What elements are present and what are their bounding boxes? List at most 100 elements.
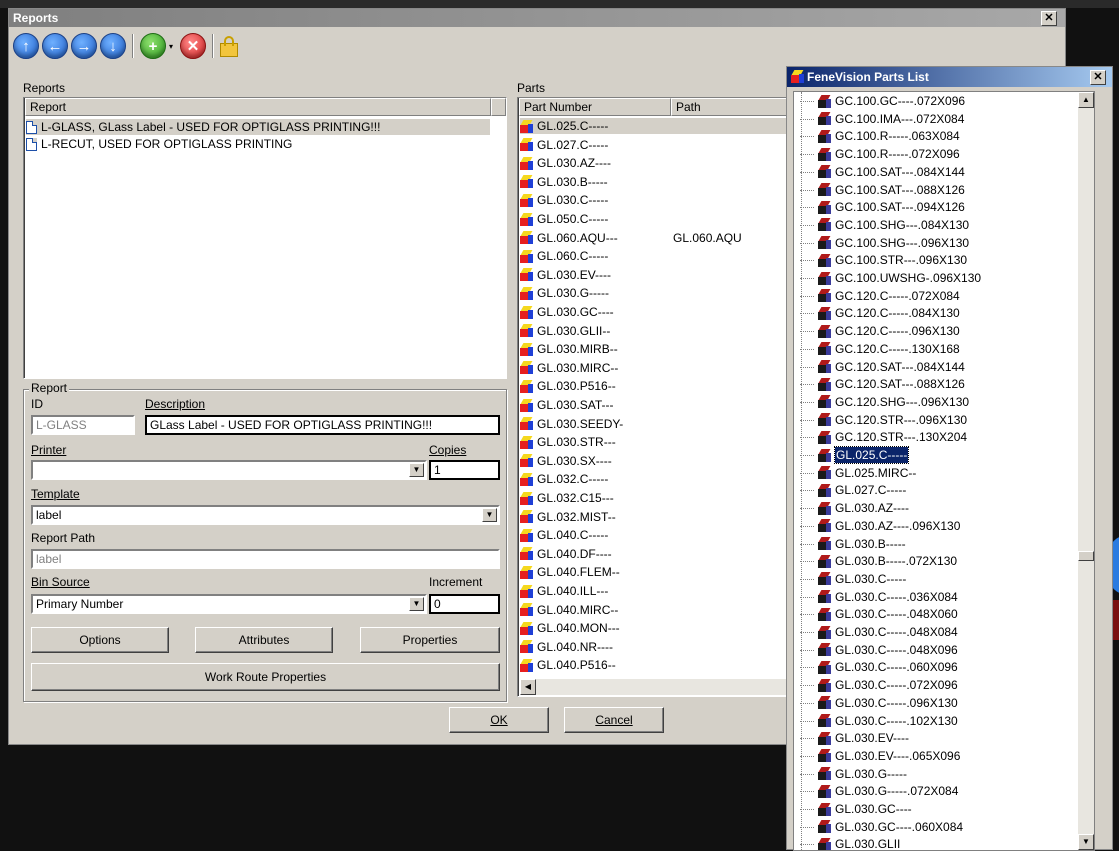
id-field[interactable]: L-GLASS xyxy=(31,415,135,435)
add-icon[interactable]: + xyxy=(140,33,166,59)
tree-item[interactable]: GL.030.C----- xyxy=(800,571,906,587)
tree-item[interactable]: GL.030.AZ---- xyxy=(800,500,909,516)
lock-icon[interactable] xyxy=(220,34,238,58)
tree-item[interactable]: GL.030.B-----.072X130 xyxy=(800,553,957,569)
tree-item[interactable]: GL.030.GC---- xyxy=(800,801,912,817)
part-row[interactable]: GL.040.NR---- xyxy=(520,639,788,655)
tree-scroll-thumb[interactable] xyxy=(1078,551,1094,561)
parts-scroll-left-icon[interactable]: ◀ xyxy=(520,679,536,695)
tree-item[interactable]: GC.120.C-----.096X130 xyxy=(800,323,960,339)
tree-item[interactable]: GC.100.SAT---.094X126 xyxy=(800,199,965,215)
part-number-column-header[interactable]: Part Number xyxy=(519,98,671,116)
tree-item[interactable]: GC.120.STR---.096X130 xyxy=(800,412,967,428)
part-row[interactable]: GL.030.STR--- xyxy=(520,434,788,450)
path-column-header[interactable]: Path xyxy=(671,98,788,116)
part-row[interactable]: GL.030.MIRC-- xyxy=(520,360,788,376)
part-row[interactable]: GL.030.G----- xyxy=(520,285,788,301)
tree-item[interactable]: GL.030.EV----.065X096 xyxy=(800,748,960,764)
part-row[interactable]: GL.040.MIRC-- xyxy=(520,602,788,618)
tree-item[interactable]: GL.030.B----- xyxy=(800,536,906,552)
part-row[interactable]: GL.027.C----- xyxy=(520,137,788,153)
copies-field[interactable]: 1 xyxy=(429,460,500,480)
tree-item[interactable]: GC.120.SAT---.088X126 xyxy=(800,376,965,392)
fenevision-close-button[interactable]: ✕ xyxy=(1090,70,1106,85)
reports-list[interactable]: Report L-GLASS, GLass Label - USED FOR O… xyxy=(23,97,507,379)
part-row[interactable]: GL.032.MIST-- xyxy=(520,509,788,525)
part-row[interactable]: GL.030.GLII-- xyxy=(520,323,788,339)
attributes-button[interactable]: Attributes xyxy=(195,627,333,653)
ok-button[interactable]: OK xyxy=(449,707,549,733)
part-row[interactable]: GL.032.C15--- xyxy=(520,490,788,506)
tree-item[interactable]: GL.030.G----- xyxy=(800,766,907,782)
part-row[interactable]: GL.060.AQU--- GL.060.AQU xyxy=(520,230,788,246)
part-row[interactable]: GL.030.P516-- xyxy=(520,378,788,394)
reports-column-header[interactable]: Report xyxy=(25,98,491,116)
work-route-properties-button[interactable]: Work Route Properties xyxy=(31,663,500,691)
up-arrow-icon[interactable]: ↑ xyxy=(13,33,39,59)
part-row[interactable]: GL.032.C----- xyxy=(520,471,788,487)
add-dropdown-icon[interactable]: ▾ xyxy=(169,42,177,51)
part-row[interactable]: GL.030.B----- xyxy=(520,174,788,190)
window-close-button[interactable]: ✕ xyxy=(1041,11,1057,26)
part-row[interactable]: GL.030.EV---- xyxy=(520,267,788,283)
tree-item[interactable]: GC.100.SAT---.088X126 xyxy=(800,182,965,198)
part-row[interactable]: GL.040.MON--- xyxy=(520,620,788,636)
tree-item[interactable]: GC.100.STR---.096X130 xyxy=(800,252,967,268)
bin-source-select[interactable]: Primary Number ▼ xyxy=(31,594,427,614)
fenevision-vertical-scrollbar[interactable]: ▲ ▼ xyxy=(1078,92,1094,850)
right-arrow-icon[interactable]: → xyxy=(71,33,97,59)
report-row[interactable]: L-RECUT, USED FOR OPTIGLASS PRINTING xyxy=(26,136,292,152)
part-row[interactable]: GL.030.SAT--- xyxy=(520,397,788,413)
tree-item[interactable]: GC.100.R-----.063X084 xyxy=(800,128,960,144)
part-row[interactable]: GL.040.FLEM-- xyxy=(520,564,788,580)
tree-item[interactable]: GL.030.G-----.072X084 xyxy=(800,783,958,799)
tree-item[interactable]: GL.030.GLII xyxy=(800,836,900,850)
tree-item[interactable]: GL.030.C-----.048X096 xyxy=(800,642,958,658)
tree-item[interactable]: GC.120.SAT---.084X144 xyxy=(800,359,965,375)
left-arrow-icon[interactable]: ← xyxy=(42,33,68,59)
tree-item[interactable]: GL.027.C----- xyxy=(800,482,906,498)
part-row[interactable]: GL.030.SX---- xyxy=(520,453,788,469)
tree-item[interactable]: GC.120.C-----.072X084 xyxy=(800,288,960,304)
tree-item[interactable]: GC.100.R-----.072X096 xyxy=(800,146,960,162)
tree-item[interactable]: GL.030.C-----.096X130 xyxy=(800,695,958,711)
template-select[interactable]: label ▼ xyxy=(31,505,500,525)
report-row[interactable]: L-GLASS, GLass Label - USED FOR OPTIGLAS… xyxy=(26,119,490,135)
tree-item[interactable]: GC.100.GC----.072X096 xyxy=(800,93,965,109)
tree-item[interactable]: GC.100.SHG---.096X130 xyxy=(800,235,969,251)
tree-item[interactable]: GL.030.EV---- xyxy=(800,730,909,746)
bin-source-dropdown-icon[interactable]: ▼ xyxy=(409,597,424,611)
cancel-button[interactable]: Cancel xyxy=(564,707,664,733)
part-row[interactable]: GL.030.C----- xyxy=(520,192,788,208)
fenevision-tree[interactable]: GC.100.GC----.072X096 GC.100.IMA---.072X0… xyxy=(793,91,1095,851)
part-row[interactable]: GL.040.DF---- xyxy=(520,546,788,562)
tree-item[interactable]: GL.030.C-----.048X084 xyxy=(800,624,958,640)
part-row[interactable]: GL.060.C----- xyxy=(520,248,788,264)
part-row[interactable]: GL.025.C----- xyxy=(520,118,788,134)
part-row[interactable]: GL.030.SEEDY- xyxy=(520,416,788,432)
tree-scroll-up-icon[interactable]: ▲ xyxy=(1078,92,1094,108)
tree-item[interactable]: GC.100.SHG---.084X130 xyxy=(800,217,969,233)
printer-select[interactable]: ▼ xyxy=(31,460,427,480)
down-arrow-icon[interactable]: ↓ xyxy=(100,33,126,59)
part-row[interactable]: GL.040.ILL--- xyxy=(520,583,788,599)
tree-item[interactable]: GC.120.STR---.130X204 xyxy=(800,429,967,445)
tree-item[interactable]: GC.100.IMA---.072X084 xyxy=(800,111,964,127)
template-dropdown-icon[interactable]: ▼ xyxy=(482,508,497,522)
tree-item[interactable]: GL.030.GC----.060X084 xyxy=(800,819,963,835)
tree-item[interactable]: GL.030.AZ----.096X130 xyxy=(800,518,960,534)
options-button[interactable]: Options xyxy=(31,627,169,653)
tree-item[interactable]: GL.030.C-----.036X084 xyxy=(800,589,958,605)
tree-item[interactable]: GC.120.C-----.084X130 xyxy=(800,305,960,321)
tree-item[interactable]: GL.030.C-----.072X096 xyxy=(800,677,958,693)
tree-item[interactable]: GL.025.C----- xyxy=(800,446,910,464)
properties-button[interactable]: Properties xyxy=(360,627,500,653)
tree-item[interactable]: GL.025.MIRC-- xyxy=(800,465,916,481)
tree-item[interactable]: GC.100.UWSHG-.096X130 xyxy=(800,270,981,286)
delete-icon[interactable]: ✕ xyxy=(180,33,206,59)
tree-item[interactable]: GC.120.SHG---.096X130 xyxy=(800,394,969,410)
part-row[interactable]: GL.050.C----- xyxy=(520,211,788,227)
part-row[interactable]: GL.040.C----- xyxy=(520,527,788,543)
tree-item[interactable]: GL.030.C-----.048X060 xyxy=(800,606,958,622)
tree-scroll-down-icon[interactable]: ▼ xyxy=(1078,834,1094,850)
